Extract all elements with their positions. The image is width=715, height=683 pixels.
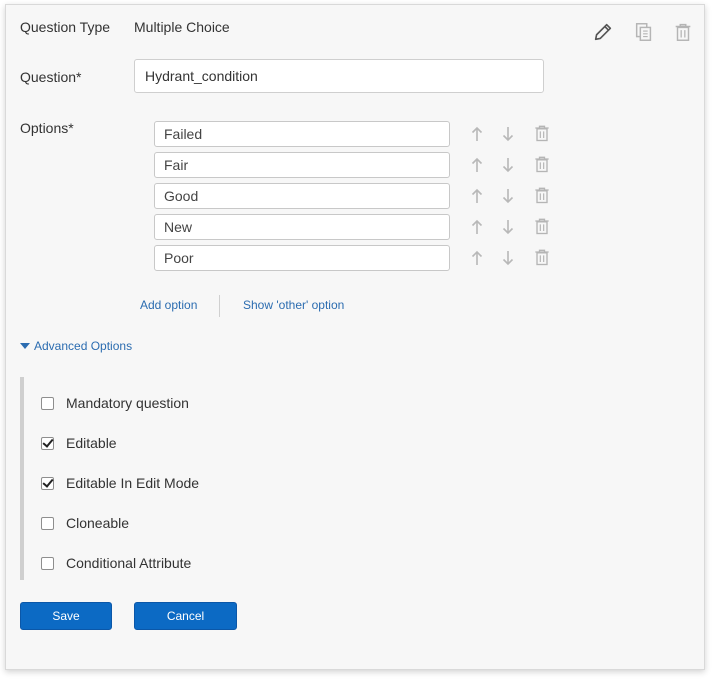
checkbox-label: Mandatory question xyxy=(66,395,189,411)
checkbox-label: Editable In Edit Mode xyxy=(66,475,200,491)
arrow-down-icon[interactable] xyxy=(501,187,515,205)
option-input[interactable] xyxy=(154,214,450,240)
option-row xyxy=(154,152,574,183)
option-row xyxy=(154,121,574,152)
checkbox-row[interactable]: Editable xyxy=(41,435,117,451)
pencil-icon[interactable] xyxy=(592,21,614,43)
arrow-up-icon[interactable] xyxy=(470,218,484,236)
arrow-up-icon[interactable] xyxy=(470,125,484,143)
advanced-options-bar xyxy=(20,377,24,580)
trash-icon[interactable] xyxy=(532,185,552,205)
checkbox[interactable] xyxy=(41,396,54,410)
trash-icon[interactable] xyxy=(532,247,552,267)
checkbox[interactable] xyxy=(41,516,54,530)
option-row xyxy=(154,214,574,245)
checkbox-label: Editable xyxy=(66,435,117,451)
option-input[interactable] xyxy=(154,121,450,147)
checkbox-row[interactable]: Editable In Edit Mode xyxy=(41,475,199,491)
checkbox-label: Cloneable xyxy=(66,515,130,531)
arrow-down-icon[interactable] xyxy=(501,156,515,174)
checkbox[interactable] xyxy=(41,556,54,570)
question-editor-panel: Question Type Multiple Choice Question* … xyxy=(5,4,705,670)
checkbox-row[interactable]: Conditional Attribute xyxy=(41,555,191,571)
advanced-options-label: Advanced Options xyxy=(34,339,133,353)
arrow-down-icon[interactable] xyxy=(501,218,515,236)
option-input[interactable] xyxy=(154,245,450,271)
question-type-label: Question Type xyxy=(20,19,111,35)
save-button[interactable]: Save xyxy=(20,602,112,630)
option-input[interactable] xyxy=(154,183,450,209)
question-label: Question* xyxy=(20,69,82,85)
question-type-value: Multiple Choice xyxy=(134,19,230,35)
trash-icon[interactable] xyxy=(532,154,552,174)
advanced-options-toggle[interactable]: Advanced Options xyxy=(20,339,132,353)
caret-down-icon xyxy=(20,343,30,349)
option-row xyxy=(154,245,574,276)
question-input[interactable] xyxy=(134,59,544,93)
trash-icon[interactable] xyxy=(532,123,552,143)
link-divider xyxy=(219,295,220,317)
checkbox-row[interactable]: Mandatory question xyxy=(41,395,189,411)
copy-icon[interactable] xyxy=(633,21,655,43)
checkbox-row[interactable]: Cloneable xyxy=(41,515,129,531)
option-row xyxy=(154,183,574,214)
arrow-down-icon[interactable] xyxy=(501,125,515,143)
checkbox[interactable] xyxy=(41,436,54,450)
options-list xyxy=(154,121,574,276)
arrow-up-icon[interactable] xyxy=(470,187,484,205)
show-other-option-link[interactable]: Show 'other' option xyxy=(243,298,344,312)
checkbox-label: Conditional Attribute xyxy=(66,555,192,571)
options-label: Options* xyxy=(20,120,74,136)
arrow-up-icon[interactable] xyxy=(470,249,484,267)
arrow-up-icon[interactable] xyxy=(470,156,484,174)
cancel-button[interactable]: Cancel xyxy=(134,602,237,630)
trash-icon[interactable] xyxy=(672,21,694,43)
arrow-down-icon[interactable] xyxy=(501,249,515,267)
checkbox[interactable] xyxy=(41,476,54,490)
option-input[interactable] xyxy=(154,152,450,178)
trash-icon[interactable] xyxy=(532,216,552,236)
add-option-link[interactable]: Add option xyxy=(140,298,197,312)
